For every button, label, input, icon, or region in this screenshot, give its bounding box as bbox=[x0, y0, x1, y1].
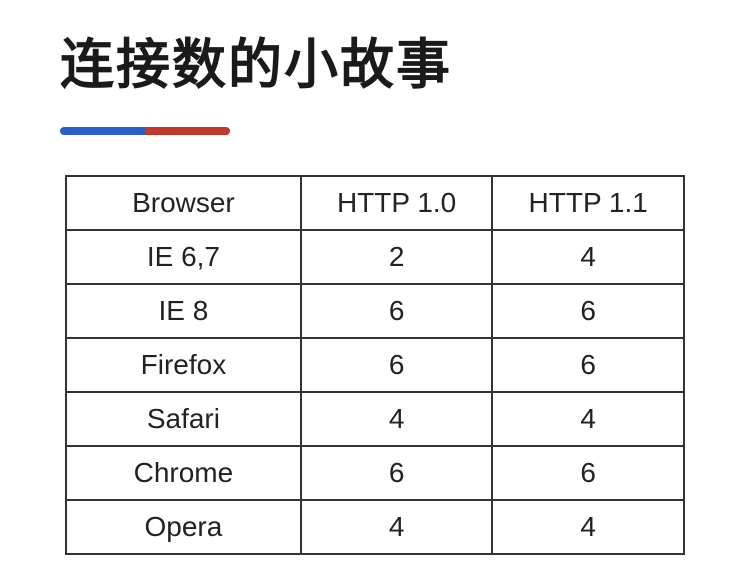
table-header-row: Browser HTTP 1.0 HTTP 1.1 bbox=[66, 176, 684, 230]
table-row: IE 6,7 2 4 bbox=[66, 230, 684, 284]
cell-http11: 4 bbox=[492, 392, 684, 446]
cell-http11: 4 bbox=[492, 230, 684, 284]
table-row: Firefox 6 6 bbox=[66, 338, 684, 392]
cell-http11: 6 bbox=[492, 446, 684, 500]
title-divider bbox=[60, 127, 230, 135]
header-browser: Browser bbox=[66, 176, 301, 230]
cell-browser: Chrome bbox=[66, 446, 301, 500]
cell-browser: Firefox bbox=[66, 338, 301, 392]
table-row: Safari 4 4 bbox=[66, 392, 684, 446]
cell-http10: 6 bbox=[301, 284, 493, 338]
cell-http10: 4 bbox=[301, 392, 493, 446]
cell-http10: 4 bbox=[301, 500, 493, 554]
cell-browser: IE 6,7 bbox=[66, 230, 301, 284]
table-row: Opera 4 4 bbox=[66, 500, 684, 554]
cell-browser: IE 8 bbox=[66, 284, 301, 338]
cell-http11: 6 bbox=[492, 338, 684, 392]
table-row: Chrome 6 6 bbox=[66, 446, 684, 500]
header-http11: HTTP 1.1 bbox=[492, 176, 684, 230]
header-http10: HTTP 1.0 bbox=[301, 176, 493, 230]
cell-browser: Opera bbox=[66, 500, 301, 554]
cell-http10: 6 bbox=[301, 446, 493, 500]
cell-http11: 4 bbox=[492, 500, 684, 554]
cell-http10: 2 bbox=[301, 230, 493, 284]
divider-red bbox=[145, 127, 230, 135]
cell-http10: 6 bbox=[301, 338, 493, 392]
cell-http11: 6 bbox=[492, 284, 684, 338]
table-row: IE 8 6 6 bbox=[66, 284, 684, 338]
connections-table: Browser HTTP 1.0 HTTP 1.1 IE 6,7 2 4 IE … bbox=[65, 175, 685, 555]
page-title: 连接数的小故事 bbox=[60, 20, 692, 99]
cell-browser: Safari bbox=[66, 392, 301, 446]
divider-blue bbox=[60, 127, 145, 135]
